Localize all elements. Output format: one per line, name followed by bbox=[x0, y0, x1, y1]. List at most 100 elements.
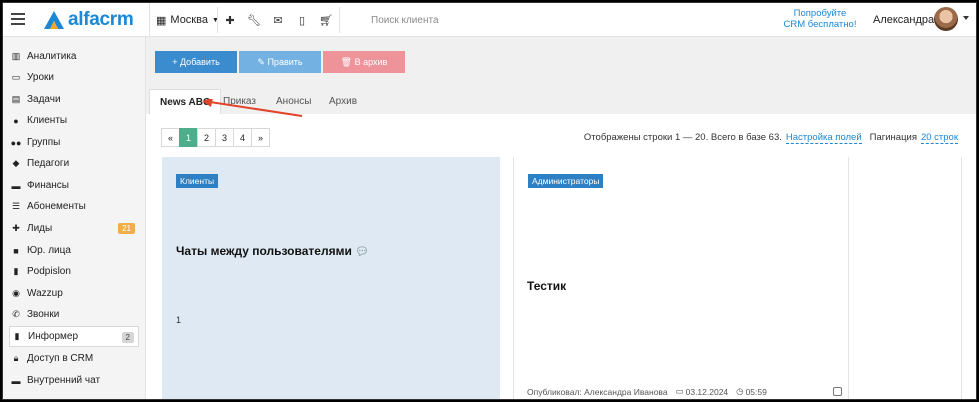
sidebar-item-legal-entities[interactable]: ■ Юр. лица bbox=[9, 240, 139, 261]
chart-icon: ▥ bbox=[11, 51, 21, 61]
edit-button[interactable]: ✎ Править bbox=[239, 51, 321, 73]
sidebar-item-label: Клиенты bbox=[27, 115, 68, 126]
main-content: + Добавить ✎ Править 🗑 В архив News ABC … bbox=[146, 37, 976, 399]
author-text: Опубликовал: Александра Иванова bbox=[527, 386, 668, 397]
group-icon: ●● bbox=[10, 137, 22, 148]
graduation-icon: ◆ bbox=[12, 158, 20, 168]
whatsapp-icon: ◉ bbox=[12, 288, 20, 298]
top-bar: alfacrm ▦ Москва ▼ ✚ 🔧︎ ✉ ▯ 🛒︎ Поиск кли… bbox=[3, 3, 976, 37]
sidebar-item-label: Podpislon bbox=[27, 266, 71, 277]
sidebar-item-wazzup[interactable]: ◉ Wazzup bbox=[9, 283, 139, 304]
news-meta: Опубликовал: Александра Иванова ▭ 03.12.… bbox=[527, 386, 842, 397]
page-button[interactable]: 4 bbox=[233, 128, 252, 147]
sidebar-item-informer[interactable]: ▮ Информер 2 bbox=[9, 326, 139, 347]
sidebar-item-finance[interactable]: ▬ Финансы bbox=[9, 175, 139, 196]
city-selector[interactable]: ▦ Москва ▼ bbox=[149, 3, 225, 37]
sidebar-item-label: Педагоги bbox=[27, 158, 70, 169]
divider bbox=[339, 7, 340, 33]
page-button[interactable]: 1 bbox=[179, 128, 198, 147]
sidebar-item-label: Звонки bbox=[27, 309, 60, 320]
sidebar-item-subscriptions[interactable]: ☰ Абонементы bbox=[9, 196, 139, 217]
page-button[interactable]: 2 bbox=[197, 128, 216, 147]
page-prev-button[interactable]: « bbox=[161, 128, 180, 147]
sidebar-item-podpislon[interactable]: ▮ Podpislon bbox=[9, 261, 139, 282]
pagination-label: Пагинация bbox=[869, 132, 917, 143]
news-card[interactable]: Клиенты Чаты между пользователями 💬︎ 1 bbox=[162, 157, 500, 399]
rows-info-text: Отображены строки 1 — 20. Всего в базе 6… bbox=[583, 132, 782, 143]
try-free-link[interactable]: Попробуйте CRM бесплатно! bbox=[775, 8, 865, 30]
informer-count-badge: 2 bbox=[121, 332, 134, 343]
logo-mark-icon bbox=[44, 11, 64, 29]
sidebar-item-label: Уроки bbox=[27, 72, 54, 83]
book-icon: ▮ bbox=[14, 331, 20, 341]
mobile-icon[interactable]: ▯ bbox=[290, 3, 314, 37]
sidebar-item-tasks[interactable]: ▤ Задачи bbox=[9, 89, 139, 110]
app-window: alfacrm ▦ Москва ▼ ✚ 🔧︎ ✉ ▯ 🛒︎ Поиск кли… bbox=[2, 2, 977, 400]
sidebar-item-teachers[interactable]: ◆ Педагоги bbox=[9, 153, 139, 174]
sidebar-item-label: Доступ в CRM bbox=[27, 353, 94, 364]
sidebar-item-label: Финансы bbox=[27, 180, 69, 191]
sidebar-item-calls[interactable]: ✆ Звонки bbox=[9, 304, 139, 325]
speech-bubble-icon: 💬︎ bbox=[355, 246, 370, 258]
sidebar-item-lessons[interactable]: ▭ Уроки bbox=[9, 67, 139, 88]
menu-icon[interactable] bbox=[11, 13, 25, 25]
news-panel: « 1 2 3 4 » Отображены строки 1 — 20. Вс… bbox=[146, 114, 976, 399]
news-title-text: Чаты между пользователями bbox=[176, 244, 352, 258]
cart-icon[interactable]: 🛒︎ bbox=[314, 3, 338, 37]
sidebar-item-label: Лиды bbox=[27, 223, 53, 234]
user-name[interactable]: Александра bbox=[873, 3, 934, 37]
sidebar-item-leads[interactable]: ✚ Лиды 21 bbox=[9, 218, 139, 239]
select-checkbox[interactable] bbox=[833, 387, 842, 396]
archive-button[interactable]: 🗑 В архив bbox=[323, 51, 405, 73]
news-card[interactable] bbox=[849, 157, 962, 399]
field-settings-link[interactable]: Настройка полей bbox=[785, 132, 862, 144]
wrench-icon[interactable]: 🔧︎ bbox=[242, 3, 266, 37]
time-text: 05:59 bbox=[745, 386, 767, 397]
subscription-icon: ☰ bbox=[11, 201, 21, 211]
news-title: Тестик bbox=[527, 279, 567, 293]
calendar-icon: ▭ bbox=[11, 72, 21, 82]
sidebar-item-label: Аналитика bbox=[27, 51, 77, 62]
annotation-arrow-icon bbox=[202, 99, 303, 117]
plus-icon[interactable]: ✚ bbox=[218, 3, 242, 37]
search-input[interactable]: Поиск клиента bbox=[365, 3, 585, 37]
sidebar-item-label: Wazzup bbox=[27, 288, 63, 299]
mail-icon[interactable]: ✉ bbox=[266, 3, 290, 37]
add-button[interactable]: + Добавить bbox=[155, 51, 237, 73]
sidebar-item-crm-access[interactable]: 🔒︎ Доступ в CRM bbox=[9, 348, 139, 369]
lock-icon: 🔒︎ bbox=[13, 353, 19, 363]
sidebar: ▥ Аналитика ▭ Уроки ▤ Задачи ● Клиенты ●● Гру… bbox=[3, 37, 146, 399]
try-line-2: CRM бесплатно! bbox=[783, 19, 857, 30]
news-title: Чаты между пользователями 💬︎ bbox=[176, 244, 369, 258]
sidebar-item-label: Абонементы bbox=[27, 201, 86, 212]
news-body-text: 1 bbox=[176, 315, 182, 325]
sidebar-item-label: Информер bbox=[28, 331, 79, 342]
avatar[interactable] bbox=[934, 7, 958, 31]
tab-archive[interactable]: Архив bbox=[319, 89, 367, 114]
news-card[interactable]: Администраторы Тестик Опубликовал: Алекс… bbox=[513, 157, 849, 399]
sidebar-item-label: Юр. лица bbox=[27, 245, 71, 256]
clock-icon: ◷ bbox=[736, 386, 744, 396]
try-line-1: Попробуйте bbox=[793, 8, 847, 19]
calendar-icon: ▭ bbox=[675, 386, 684, 396]
briefcase-icon: ■ bbox=[13, 245, 19, 256]
rows-per-page-link[interactable]: 20 строк bbox=[920, 132, 958, 144]
page-next-button[interactable]: » bbox=[251, 128, 270, 147]
page-button[interactable]: 3 bbox=[215, 128, 234, 147]
category-tag: Администраторы bbox=[528, 174, 604, 188]
action-toolbar: + Добавить ✎ Править 🗑 В архив bbox=[155, 51, 405, 73]
city-label: Москва bbox=[170, 14, 208, 26]
logo-text: alfacrm bbox=[68, 9, 134, 30]
document-icon: ▮ bbox=[13, 266, 19, 276]
clipboard-icon: ▤ bbox=[11, 94, 21, 104]
sidebar-item-clients[interactable]: ● Клиенты bbox=[9, 110, 139, 131]
sidebar-item-groups[interactable]: ●● Группы bbox=[9, 132, 139, 153]
sidebar-item-internal-chat[interactable]: ▬ Внутренний чат bbox=[9, 370, 139, 391]
sidebar-item-analytics[interactable]: ▥ Аналитика bbox=[9, 46, 139, 67]
pagination: « 1 2 3 4 » bbox=[161, 128, 270, 147]
user-menu-chevron-icon[interactable] bbox=[963, 16, 969, 20]
money-icon: ▬ bbox=[11, 180, 21, 191]
phone-icon: ✆ bbox=[12, 309, 20, 319]
category-tag: Клиенты bbox=[176, 174, 219, 188]
logo[interactable]: alfacrm bbox=[43, 9, 134, 31]
